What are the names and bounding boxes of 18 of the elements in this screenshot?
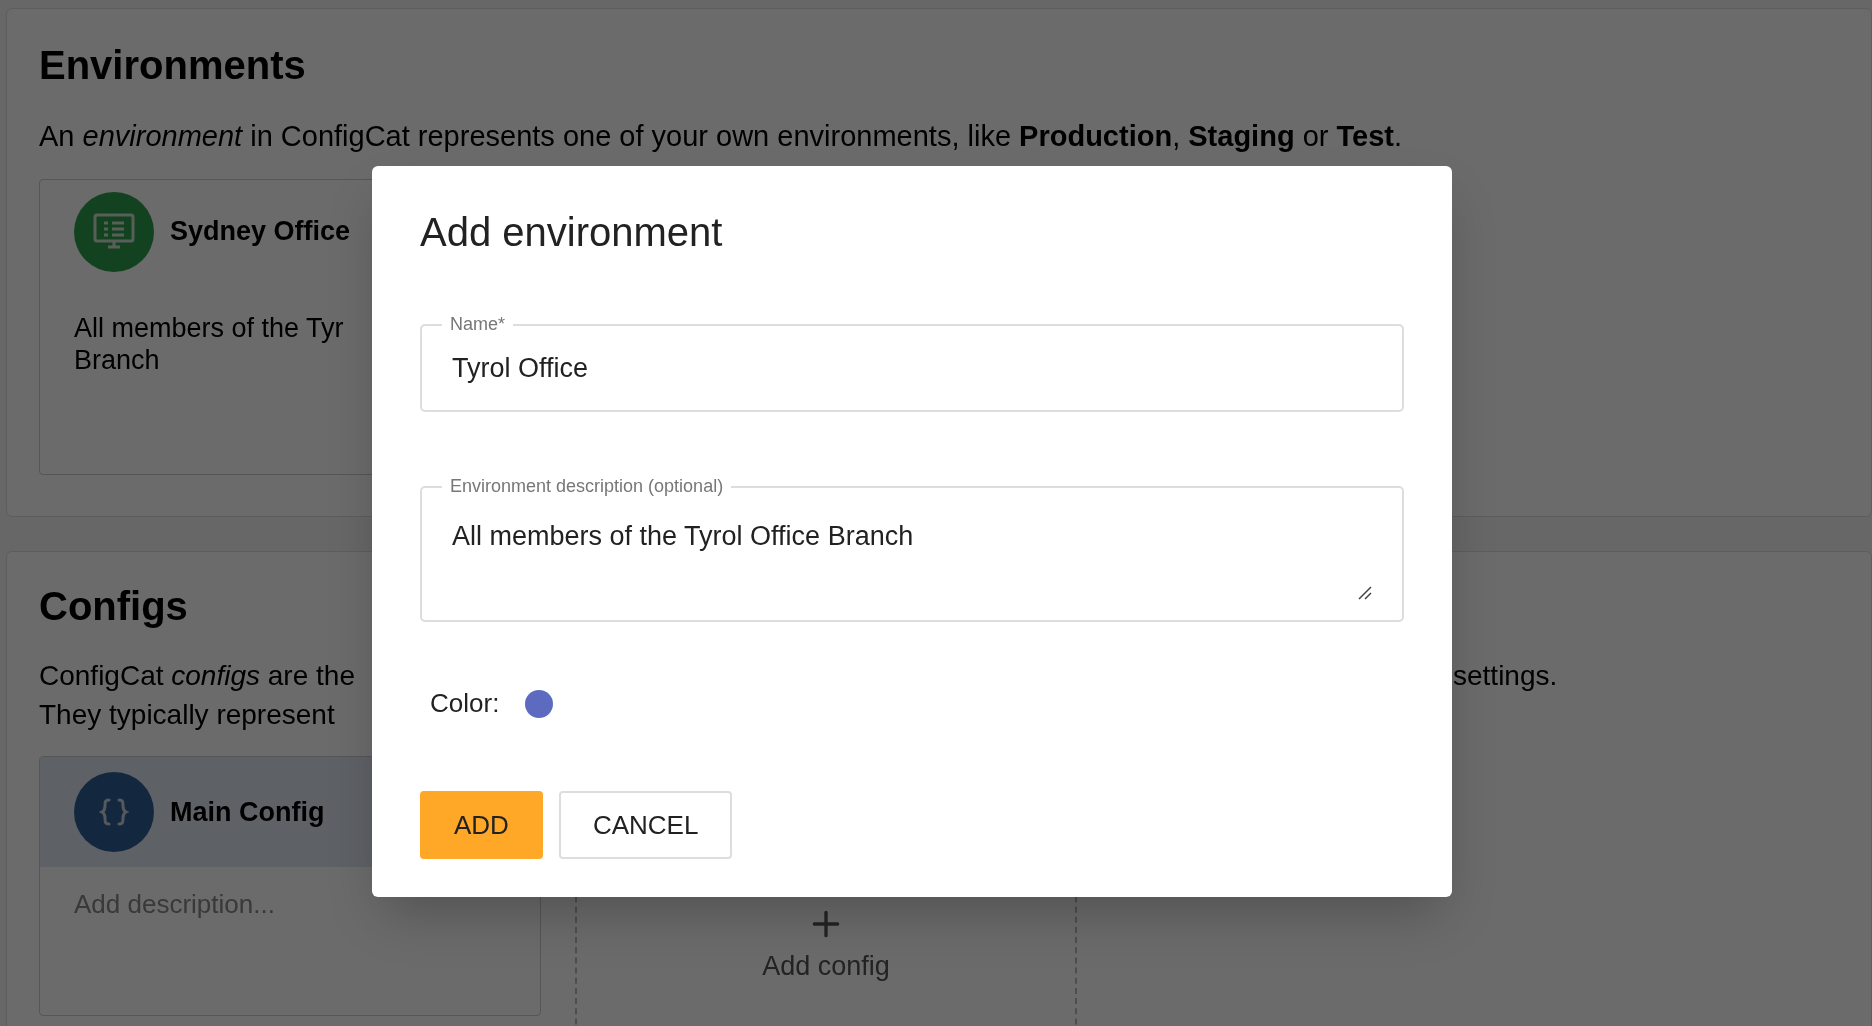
section-description: They typically represent (39, 698, 335, 732)
cancel-button[interactable]: CANCEL (558, 791, 733, 859)
color-swatch[interactable] (525, 689, 554, 718)
dialog-title: Add environment (420, 212, 724, 252)
section-title: Environments (39, 45, 306, 85)
environment-description: Branch (74, 343, 160, 376)
braces-icon (99, 797, 129, 827)
resize-handle-icon (1358, 586, 1372, 600)
monitor-icon (92, 211, 136, 252)
section-description: An environment in ConfigCat represents one of your own environments, like Production, Staging or Test. (39, 119, 1403, 154)
section-description: settings. (1453, 659, 1558, 693)
add-button[interactable]: ADD (420, 791, 543, 859)
section-title: Configs (39, 586, 188, 626)
environment-name: Sydney Office (170, 215, 351, 249)
environment-description: All members of the Tyr (74, 311, 344, 344)
config-name: Main Config (170, 795, 325, 829)
section-description: ConfigCat configs are the (39, 659, 355, 693)
color-label: Color: (430, 687, 500, 720)
